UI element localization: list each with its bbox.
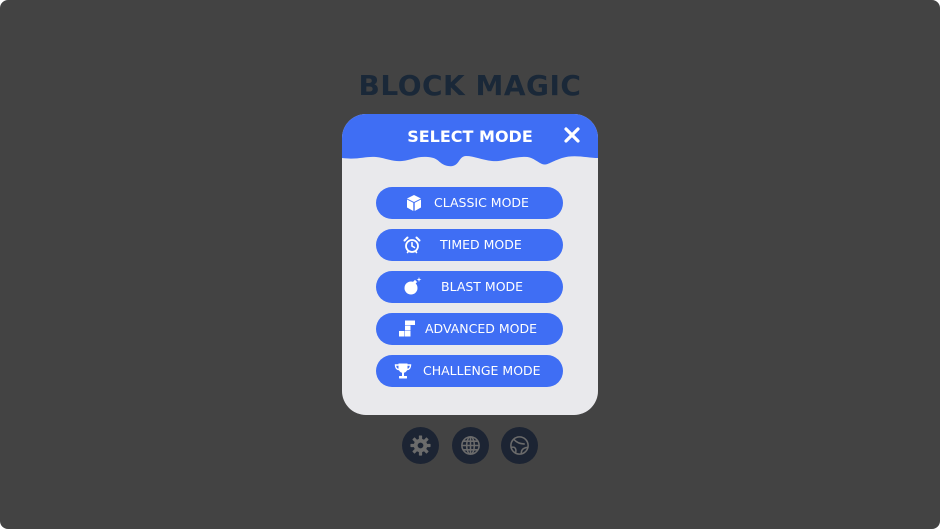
stairs-icon bbox=[399, 320, 415, 337]
classic-mode-label: CLASSIC MODE bbox=[434, 195, 529, 210]
timed-mode-label: TIMED MODE bbox=[440, 237, 522, 252]
advanced-mode-button[interactable]: ADVANCED MODE bbox=[376, 313, 563, 345]
dialog-header: SELECT MODE bbox=[342, 114, 598, 174]
game-title: BLOCK MAGIC bbox=[358, 69, 582, 102]
blast-mode-label: BLAST MODE bbox=[441, 279, 524, 294]
gear-icon bbox=[410, 435, 431, 456]
trophy-icon bbox=[394, 363, 412, 379]
timed-mode-button[interactable]: TIMED MODE bbox=[376, 229, 563, 261]
challenge-mode-label: CHALLENGE MODE bbox=[423, 363, 541, 378]
close-icon bbox=[564, 127, 580, 143]
classic-mode-button[interactable]: CLASSIC MODE bbox=[376, 187, 563, 219]
close-button[interactable] bbox=[560, 123, 584, 147]
planet-icon bbox=[510, 436, 529, 455]
blast-mode-button[interactable]: BLAST MODE bbox=[376, 271, 563, 303]
game-screen: BLOCK MAGIC SELECT MODE CLASSIC MODE TIM… bbox=[0, 0, 940, 529]
settings-button[interactable] bbox=[402, 427, 439, 464]
globe-icon bbox=[461, 436, 480, 455]
advanced-mode-label: ADVANCED MODE bbox=[425, 321, 537, 336]
bomb-icon bbox=[404, 277, 422, 295]
theme-button[interactable] bbox=[501, 427, 538, 464]
alarm-clock-icon bbox=[403, 236, 421, 254]
language-button[interactable] bbox=[452, 427, 489, 464]
cube-icon bbox=[407, 195, 421, 211]
challenge-mode-button[interactable]: CHALLENGE MODE bbox=[376, 355, 563, 387]
select-mode-dialog: SELECT MODE CLASSIC MODE TIMED MODE BLAS… bbox=[342, 114, 598, 415]
